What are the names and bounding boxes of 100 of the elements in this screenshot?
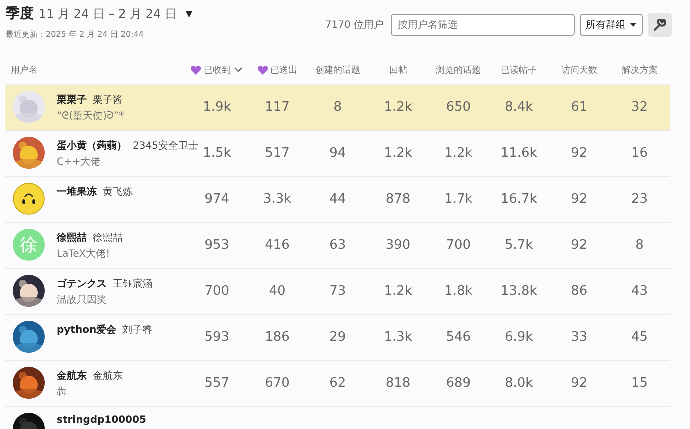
table-row[interactable]: 栗栗子 栗子酱 “ᘓ(堕天使)ᘐ”* 1.9k 117 8 1.2k 650 8.4k 61 32: [5, 85, 670, 131]
table-cell-text: 557: [204, 376, 231, 391]
table-cell-text: 94: [328, 146, 348, 161]
table-cell-text: 29: [328, 330, 348, 345]
table-cell-text: 953: [204, 238, 231, 253]
real-name: 王钰宸涵: [113, 278, 153, 291]
real-name: 2345安全卫士: [133, 140, 198, 153]
heart-icon: [191, 66, 202, 74]
period-dropdown[interactable]: ▾: [182, 6, 197, 21]
table-cell-text: 73: [328, 284, 348, 299]
user-title: “ᘓ(堕天使)ᘐ”*: [57, 110, 124, 123]
chevron-down-icon: [234, 67, 244, 73]
column-header[interactable]: 用户名: [5, 64, 187, 76]
table-cell-text: 670: [264, 376, 291, 391]
username[interactable]: ゴテンクス: [57, 277, 107, 291]
user-title: 温故只因奖: [57, 294, 108, 307]
column-header[interactable]: 创建的话题: [308, 64, 368, 76]
table-cell-text: 45: [630, 330, 650, 345]
real-name: 刘子睿: [122, 324, 153, 337]
letter-avatar: 徐: [13, 229, 45, 261]
user-count: 7170 位用户: [325, 18, 384, 32]
table-cell-text: 1.2k: [383, 284, 414, 299]
settings-button[interactable]: [648, 13, 672, 37]
table-row[interactable]: python爱会 刘子睿 593 186 29 1.3k 546 6.9k 33 45: [5, 315, 670, 361]
username[interactable]: python爱会: [57, 323, 117, 337]
table-row[interactable]: 金航东 金航东 犇 557 670 62 818 689 8.0k 92 15: [5, 361, 670, 407]
filter-field[interactable]: 按用户名筛选: [391, 14, 575, 36]
table-cell-text: 8: [332, 100, 344, 115]
table-cell-text: 1.2k: [383, 100, 414, 115]
table-cell-text: 117: [264, 100, 291, 115]
table-cell-text: 517: [264, 146, 291, 161]
username[interactable]: stringdp100005: [57, 415, 146, 426]
table-cell-text: 16.7k: [500, 192, 538, 207]
table-cell-text: 15: [630, 376, 650, 391]
column-header[interactable]: 已送出: [247, 64, 308, 76]
caret-icon: [630, 23, 637, 27]
column-header[interactable]: 访问天数: [549, 64, 610, 76]
table-cell-text: 8.4k: [504, 100, 534, 115]
table-cell-text: 8: [634, 238, 645, 253]
table-cell-text: 16: [630, 146, 650, 161]
table-cell-text: 1.3k: [383, 330, 414, 345]
table-cell-text: 878: [384, 192, 412, 207]
username[interactable]: 栗栗子: [57, 93, 87, 107]
real-name: 黄飞炼: [103, 186, 133, 199]
table-cell-text: 23: [630, 192, 650, 207]
username[interactable]: 蛋小黄（蒟蒻）: [57, 139, 127, 153]
table-cell-text: 700: [445, 238, 472, 253]
table-cell-text: 650: [445, 100, 472, 115]
table-cell-text: 416: [264, 238, 291, 253]
table-cell-text: 63: [328, 238, 348, 253]
table-cell-text: 8.0k: [504, 376, 534, 391]
table-row[interactable]: 一堆果冻 黄飞炼 974 3.3k 44 878 1.7k 16.7k 92 23: [5, 177, 670, 223]
table-cell-text: 61: [570, 100, 589, 115]
table-cell-text: 44: [328, 192, 348, 207]
table-row[interactable]: ゴテンクス 王钰宸涵 温故只因奖 700 40 73 1.2k 1.8k 13.8k 86 43: [5, 269, 670, 315]
username[interactable]: 金航东: [57, 369, 87, 383]
table-cell-text: 92: [570, 376, 589, 391]
column-header[interactable]: 已收到: [187, 64, 248, 76]
table-cell-text: 1.9k: [202, 100, 232, 115]
user-title: C++大佬: [57, 156, 102, 169]
table-cell-text: 689: [445, 376, 472, 391]
real-name: 金航东: [93, 370, 123, 383]
table-cell-text: 92: [570, 238, 589, 253]
username[interactable]: 徐熙喆: [57, 231, 87, 245]
table-cell-text: 5.7k: [504, 238, 534, 253]
table-cell-text: 1.7k: [444, 192, 474, 207]
group-select[interactable]: 所有群组: [580, 14, 643, 36]
table-cell-text: 1.2k: [383, 146, 414, 161]
table-cell-text: 62: [328, 376, 348, 391]
table-row[interactable]: 蛋小黄（蒟蒻） 2345安全卫士 C++大佬 1.5k 517 94 1.2k 1.2k 11.6k 92 16: [5, 131, 670, 177]
table-cell-text: 32: [630, 100, 650, 115]
table-cell-text: 1.8k: [444, 284, 474, 299]
table-cell-text: 92: [570, 192, 589, 207]
period-title: 季度: [6, 5, 34, 23]
real-name: 栗子酱: [93, 94, 123, 107]
column-header[interactable]: 浏览的话题: [428, 64, 489, 76]
table-cell-text: 974: [204, 192, 231, 207]
user-title: 犇: [57, 386, 68, 399]
date-range: 11 月 24 日 – 2 月 24 日: [39, 6, 177, 23]
table-row[interactable]: 徐 徐熙喆 徐熙喆 LaTeX大佬! 953 416 63 390 700 5.7k 92 8: [5, 223, 670, 269]
last-updated: 最近更新：2025 年 2 月 24 日 20:44: [6, 29, 145, 40]
table-cell-text: 43: [630, 284, 650, 299]
column-header[interactable]: 回帖: [368, 64, 428, 76]
column-header[interactable]: 已读帖子: [488, 64, 550, 76]
table-cell-text: 1.2k: [444, 146, 474, 161]
table-cell-text: 818: [384, 376, 412, 391]
heart-icon: [258, 66, 268, 74]
table-row[interactable]: stringdp100005: [5, 407, 670, 429]
user-title: LaTeX大佬!: [57, 248, 112, 261]
table-cell-text: 390: [384, 238, 412, 253]
table-cell-text: 3.3k: [262, 192, 293, 207]
table-cell-text: 13.8k: [500, 284, 538, 299]
smiley-icon: [13, 183, 45, 215]
username[interactable]: 一堆果冻: [57, 185, 97, 199]
real-name: 徐熙喆: [93, 232, 123, 245]
column-header[interactable]: 解决方案: [610, 64, 670, 76]
table-cell-text: 186: [264, 330, 291, 345]
table-cell-text: 40: [268, 284, 287, 299]
table-cell-text: 6.9k: [504, 330, 534, 345]
table-cell-text: 593: [204, 330, 231, 345]
